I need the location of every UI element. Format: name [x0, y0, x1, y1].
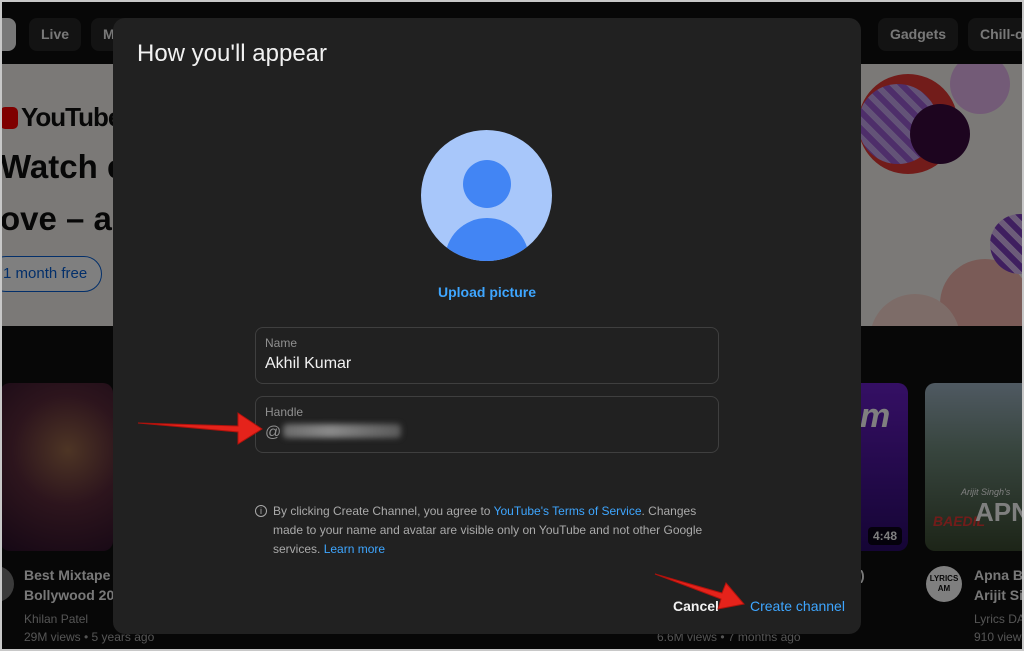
handle-field[interactable]: Handle @: [255, 396, 719, 453]
upload-picture-link[interactable]: Upload picture: [113, 284, 861, 300]
handle-label: Handle: [265, 405, 304, 419]
name-field[interactable]: Name Akhil Kumar: [255, 327, 719, 384]
terms-disclaimer: i By clicking Create Channel, you agree …: [255, 502, 719, 559]
terms-of-service-link[interactable]: YouTube's Terms of Service: [494, 504, 642, 518]
cancel-button[interactable]: Cancel: [673, 598, 719, 614]
create-channel-dialog: How you'll appear Upload picture Name Ak…: [113, 18, 861, 634]
handle-input[interactable]: @: [265, 424, 402, 442]
avatar-body: [445, 218, 529, 261]
create-channel-button[interactable]: Create channel: [750, 598, 845, 614]
disclaimer-text: By clicking Create Channel, you agree to…: [273, 504, 703, 556]
default-avatar-icon: [421, 130, 552, 261]
handle-prefix: @: [265, 424, 282, 441]
avatar-head: [463, 160, 511, 208]
info-icon: i: [255, 505, 267, 517]
name-input[interactable]: Akhil Kumar: [265, 355, 351, 373]
dialog-title: How you'll appear: [137, 40, 328, 67]
name-label: Name: [265, 336, 298, 350]
blurred-handle: [283, 424, 402, 438]
learn-more-link[interactable]: Learn more: [324, 542, 385, 556]
